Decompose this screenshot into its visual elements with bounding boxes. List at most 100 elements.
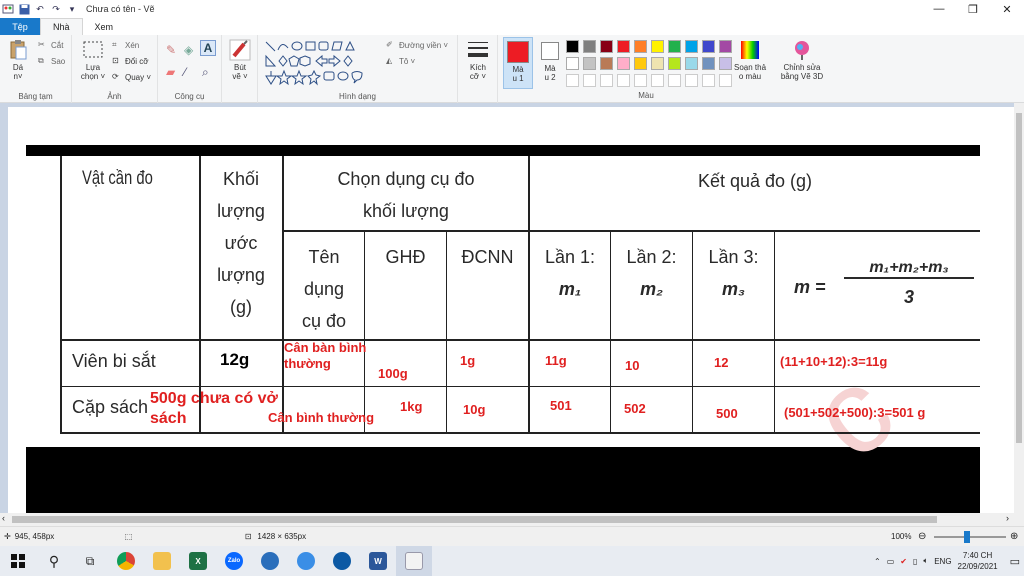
paint3d-button[interactable]: Chỉnh sửa bằng Vẽ 3D: [776, 39, 828, 81]
color1-swatch: [507, 41, 529, 63]
color-picker-icon[interactable]: ⁄: [184, 65, 186, 79]
text-tool-icon[interactable]: A: [200, 40, 216, 56]
save-icon[interactable]: [18, 3, 30, 15]
tab-home[interactable]: Nhà: [40, 18, 83, 35]
palette-swatch[interactable]: [617, 57, 630, 70]
palette-swatch[interactable]: [685, 40, 698, 53]
taskbar-edge[interactable]: [324, 546, 360, 576]
tray-chevron-icon[interactable]: ⌃: [874, 557, 881, 566]
palette-swatch[interactable]: [566, 40, 579, 53]
vertical-scroll-thumb[interactable]: [1016, 113, 1022, 443]
eraser-icon[interactable]: ▰: [166, 65, 175, 79]
palette-swatch[interactable]: [566, 57, 579, 70]
palette-swatch[interactable]: [634, 57, 647, 70]
custom-color-slot[interactable]: [668, 74, 681, 87]
color1-button[interactable]: Mà u 1: [503, 37, 533, 89]
taskbar-app-2[interactable]: [288, 546, 324, 576]
fill-bucket-icon[interactable]: ◈: [184, 43, 193, 57]
taskbar-explorer[interactable]: [144, 546, 180, 576]
header-lan3: Lần 3: m₃: [693, 241, 774, 305]
antivirus-icon[interactable]: ✔: [900, 557, 907, 566]
task-view-button[interactable]: ⧉: [72, 546, 108, 576]
palette-swatch[interactable]: [702, 40, 715, 53]
crop-button[interactable]: ⌗ Xén: [112, 40, 139, 50]
scroll-right-icon[interactable]: ›: [1006, 513, 1009, 523]
start-button[interactable]: [0, 546, 36, 576]
copy-button[interactable]: ⧉ Sao: [38, 56, 65, 66]
zoom-slider[interactable]: [934, 531, 1006, 543]
taskbar-zalo[interactable]: Zalo: [216, 546, 252, 576]
taskbar-paint[interactable]: [396, 546, 432, 576]
custom-color-slot[interactable]: [634, 74, 647, 87]
scroll-left-icon[interactable]: ‹: [2, 513, 5, 523]
brushes-button[interactable]: Bút vẽ ˅: [226, 39, 254, 81]
custom-color-slot[interactable]: [617, 74, 630, 87]
pencil-icon[interactable]: ✎: [166, 43, 176, 57]
custom-color-slot[interactable]: [685, 74, 698, 87]
palette-swatch[interactable]: [600, 57, 613, 70]
size-button[interactable]: Kích cỡ ˅: [464, 39, 492, 81]
search-icon: ⚲: [48, 552, 60, 569]
edit-colors-button[interactable]: Soạn thả o màu: [730, 39, 770, 81]
palette-swatch[interactable]: [702, 57, 715, 70]
palette-swatch[interactable]: [600, 40, 613, 53]
header-line: cụ đo: [301, 311, 347, 331]
cell-dcnn: 10g: [463, 402, 486, 417]
taskbar-excel[interactable]: X: [180, 546, 216, 576]
volume-icon[interactable]: 🔈︎: [923, 556, 928, 566]
cut-button[interactable]: ✂ Cắt: [38, 40, 63, 50]
palette-swatch[interactable]: [668, 40, 681, 53]
select-label: Lựa chọn ˅: [80, 63, 106, 81]
close-icon[interactable]: ✕: [990, 0, 1024, 18]
zoom-out-icon[interactable]: ⊖: [918, 531, 926, 542]
header-line: Lần 1:: [544, 247, 596, 267]
clock[interactable]: 7:40 CH 22/09/2021: [958, 550, 998, 572]
tab-view[interactable]: Xem: [83, 18, 126, 35]
custom-color-slot[interactable]: [702, 74, 715, 87]
custom-color-slot[interactable]: [566, 74, 579, 87]
zoom-slider-thumb[interactable]: [964, 531, 970, 543]
color2-button[interactable]: Mà u 2: [537, 37, 563, 89]
customize-toolbar-icon[interactable]: ▾: [66, 3, 78, 15]
palette-swatch[interactable]: [634, 40, 647, 53]
custom-color-slot[interactable]: [583, 74, 596, 87]
maximize-icon[interactable]: ❐: [956, 0, 990, 18]
select-button[interactable]: Lựa chọn ˅: [78, 39, 108, 81]
language-indicator[interactable]: ENG: [934, 557, 951, 566]
search-button[interactable]: ⚲: [36, 546, 72, 576]
magnifier-icon[interactable]: ⌕: [202, 65, 209, 80]
resize-button[interactable]: ⊡ Đổi cỡ: [112, 56, 148, 66]
taskbar-chrome[interactable]: [108, 546, 144, 576]
taskbar-word[interactable]: W: [360, 546, 396, 576]
network-icon[interactable]: ▯: [913, 557, 917, 566]
zoom-in-icon[interactable]: ⊕: [1010, 531, 1018, 542]
fill-dropdown[interactable]: ◭ Tô ˅: [386, 56, 415, 66]
horizontal-scroll-thumb[interactable]: [12, 516, 937, 523]
palette-swatch[interactable]: [651, 40, 664, 53]
title-bar: ↶ ↷ ▾ Chưa có tên - Vẽ — ❐ ✕: [0, 0, 1024, 18]
vertical-scrollbar[interactable]: [1014, 103, 1024, 513]
notifications-icon[interactable]: ▭: [1010, 555, 1020, 568]
monitor-icon[interactable]: ▭: [887, 557, 895, 566]
tab-file[interactable]: Tệp: [0, 18, 40, 35]
palette-swatch[interactable]: [685, 57, 698, 70]
palette-swatch[interactable]: [651, 57, 664, 70]
paint-app-icon[interactable]: [2, 3, 14, 15]
custom-color-slot[interactable]: [651, 74, 664, 87]
horizontal-scrollbar[interactable]: ‹ ›: [0, 513, 1024, 526]
custom-color-slot[interactable]: [600, 74, 613, 87]
minimize-icon[interactable]: —: [922, 0, 956, 18]
palette-swatch[interactable]: [617, 40, 630, 53]
drawing-canvas[interactable]: c Vật cần đo Khối lượng ước lượng (g) Ch…: [8, 107, 1014, 513]
redo-icon[interactable]: ↷: [50, 3, 62, 15]
palette-swatch[interactable]: [583, 57, 596, 70]
rotate-button[interactable]: ⟳ Quay ˅: [112, 72, 151, 82]
formula-lhs: m =: [794, 277, 826, 297]
palette-swatch[interactable]: [668, 57, 681, 70]
taskbar-app-1[interactable]: [252, 546, 288, 576]
shapes-gallery[interactable]: [264, 40, 376, 86]
paste-button[interactable]: Dá n˅: [6, 39, 30, 81]
palette-swatch[interactable]: [583, 40, 596, 53]
undo-icon[interactable]: ↶: [34, 3, 46, 15]
outline-dropdown[interactable]: ✐ Đường viền ˅: [386, 40, 448, 50]
